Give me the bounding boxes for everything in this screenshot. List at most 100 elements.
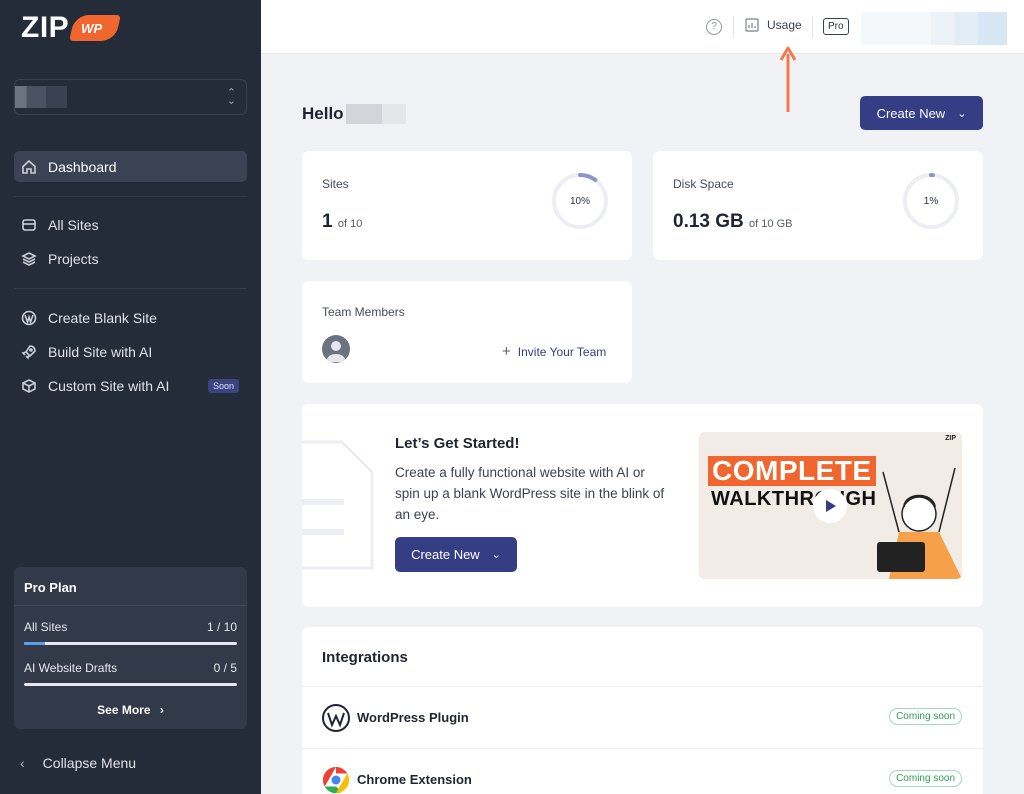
- sites-count-total: of 10: [337, 218, 363, 230]
- team-members-card: Team Members + Invite Your Team: [302, 281, 632, 383]
- layers-icon: [20, 250, 38, 268]
- plan-row-ai-drafts: AI Website Drafts 0 / 5: [24, 661, 237, 675]
- bar-chart-icon: [745, 18, 759, 32]
- sidebar-item-custom-site-ai[interactable]: Custom Site with AI Soon: [14, 370, 247, 401]
- integration-row-chrome: Chrome Extension Coming soon: [302, 748, 983, 794]
- video-title-line1-bg: COMPLETE: [708, 456, 876, 486]
- see-more-button[interactable]: See More ›: [14, 703, 247, 717]
- all-sites-progress: [24, 642, 237, 645]
- coming-soon-badge: Coming soon: [889, 770, 962, 787]
- play-icon: [826, 500, 836, 512]
- sidebar-item-label: All Sites: [48, 216, 99, 233]
- usage-button[interactable]: Usage: [745, 18, 802, 32]
- rocket-icon: [20, 343, 38, 361]
- get-started-description: Create a fully functional website with A…: [395, 465, 665, 522]
- plus-icon: +: [502, 343, 511, 360]
- disk-usage-total: of 10 GB: [749, 218, 793, 230]
- integrations-title: Integrations: [322, 649, 408, 666]
- greeting-text: Hello: [302, 104, 344, 123]
- get-started-card: Let’s Get Started! Create a fully functi…: [302, 404, 983, 607]
- greeting: Hello: [302, 104, 406, 124]
- logo-badge: WP: [69, 13, 121, 43]
- site-selector[interactable]: ⌃ ⌄: [14, 79, 247, 115]
- collapse-menu-label: Collapse Menu: [42, 755, 137, 771]
- create-new-button[interactable]: Create New ⌄: [860, 96, 983, 130]
- plan-row-label: AI Website Drafts: [24, 661, 118, 675]
- plan-title: Pro Plan: [24, 580, 77, 595]
- invite-team-label: Invite Your Team: [517, 344, 607, 359]
- topbar: ? Usage Pro: [261, 0, 1024, 54]
- annotation-arrow: [779, 46, 797, 112]
- avatar[interactable]: [322, 335, 350, 363]
- plan-row-all-sites: All Sites 1 / 10: [24, 620, 237, 634]
- sidebar-item-all-sites[interactable]: All Sites: [14, 209, 247, 240]
- database-icon: [20, 216, 38, 234]
- sites-usage-ring: 10%: [550, 171, 610, 231]
- usage-label: Usage: [767, 18, 802, 32]
- ai-drafts-progress: [24, 683, 237, 686]
- person-illustration: [877, 467, 962, 579]
- sites-count: 1 of 10: [322, 211, 362, 233]
- integrations-card: Integrations WordPress Plugin Coming soo…: [302, 627, 983, 794]
- integration-name: Chrome Extension: [357, 772, 472, 787]
- sidebar-item-label: Projects: [48, 250, 99, 267]
- sidebar-item-label: Build Site with AI: [48, 343, 153, 360]
- invite-team-button[interactable]: + Invite Your Team: [502, 343, 606, 360]
- logo-badge-text: WP: [81, 21, 103, 36]
- nav-create: Create Blank Site Build Site with AI Cus…: [14, 302, 247, 401]
- redacted-user-menu[interactable]: [861, 12, 1007, 45]
- home-icon: [20, 158, 38, 176]
- chevron-down-icon: ⌄: [491, 549, 501, 561]
- disk-card-label: Disk Space: [673, 177, 734, 191]
- help-icon[interactable]: ?: [706, 19, 722, 35]
- sidebar-item-build-site-ai[interactable]: Build Site with AI: [14, 336, 247, 367]
- sites-count-value: 1: [322, 211, 333, 232]
- plan-row-label: All Sites: [24, 620, 68, 634]
- get-started-title: Let’s Get Started!: [395, 435, 520, 452]
- sidebar-item-dashboard[interactable]: Dashboard: [14, 151, 247, 182]
- chevron-left-icon: ‹: [20, 755, 25, 771]
- wordpress-icon: [20, 309, 38, 327]
- sidebar-item-label: Create Blank Site: [48, 309, 157, 326]
- play-button[interactable]: [813, 489, 847, 523]
- disk-usage: 0.13 GB of 10 GB: [673, 211, 792, 233]
- chevron-updown-icon: ⌃ ⌄: [226, 87, 236, 107]
- plan-row-value: 0 / 5: [213, 661, 237, 675]
- integration-row-wordpress: WordPress Plugin Coming soon: [302, 686, 983, 748]
- team-card-label: Team Members: [322, 305, 405, 319]
- zipwp-logo[interactable]: ZIP WP: [21, 11, 121, 44]
- cube-icon: [20, 377, 38, 395]
- sidebar: ZIP WP ⌃ ⌄ Dashboard All Sites Projects …: [0, 0, 261, 794]
- coming-soon-badge: Coming soon: [889, 708, 962, 725]
- redacted-site-name: [15, 86, 67, 108]
- document-illustration: [302, 440, 374, 570]
- sites-card-label: Sites: [322, 177, 349, 191]
- wordpress-icon: [322, 704, 350, 732]
- nav-sites: All Sites Projects: [14, 209, 247, 274]
- collapse-menu-button[interactable]: ‹ Collapse Menu: [20, 755, 136, 771]
- redacted-user-name: [345, 104, 406, 124]
- plan-panel: Pro Plan All Sites 1 / 10 AI Website Dra…: [14, 567, 247, 729]
- chrome-icon: [322, 766, 350, 794]
- video-title-line2-wrap: WALKTHROUGH: [711, 488, 876, 511]
- walkthrough-video[interactable]: ZIP COMPLETE WALKTHROUGH: [699, 432, 962, 579]
- sidebar-item-label: Dashboard: [48, 158, 117, 175]
- disk-usage-ring: 1%: [901, 171, 961, 231]
- sidebar-item-label: Custom Site with AI: [48, 377, 170, 394]
- video-title-line1: COMPLETE: [712, 455, 872, 486]
- disk-usage-value: 0.13 GB: [673, 211, 744, 232]
- integration-name: WordPress Plugin: [357, 710, 469, 725]
- disk-usage-percent: 1%: [923, 195, 939, 207]
- see-more-label: See More: [97, 703, 151, 717]
- sidebar-item-projects[interactable]: Projects: [14, 243, 247, 274]
- sidebar-item-create-blank-site[interactable]: Create Blank Site: [14, 302, 247, 333]
- plan-badge: Pro: [823, 18, 849, 35]
- nav-primary: Dashboard: [14, 151, 247, 182]
- chevron-down-icon: ⌄: [957, 107, 967, 120]
- create-new-label: Create New: [411, 547, 480, 562]
- plan-row-value: 1 / 10: [206, 620, 237, 634]
- video-logo: ZIP: [945, 435, 956, 442]
- sites-card: Sites 1 of 10 10%: [302, 151, 632, 260]
- create-new-button-secondary[interactable]: Create New ⌄: [395, 537, 517, 572]
- create-new-label: Create New: [876, 105, 946, 121]
